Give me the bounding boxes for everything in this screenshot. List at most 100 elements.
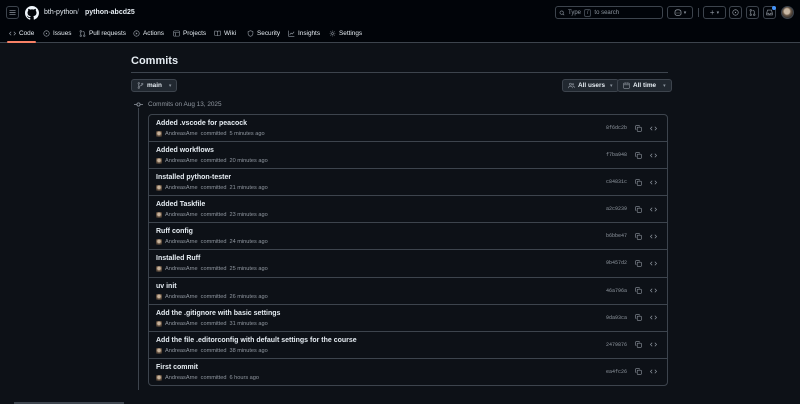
commit-sha-link[interactable]: c84831c (606, 179, 627, 185)
time-filter-button[interactable]: All time ▾ (617, 79, 672, 92)
breadcrumb-owner[interactable]: bth-python (44, 9, 77, 16)
browse-repo-button[interactable] (648, 313, 658, 323)
create-new-button[interactable]: + ▾ (703, 6, 726, 19)
commit-sha-link[interactable]: 9da93ca (606, 315, 627, 321)
tab-label: Projects (183, 30, 207, 37)
tab-settings[interactable]: Settings (329, 29, 362, 38)
commit-message-link[interactable]: Installed python-tester (156, 174, 231, 181)
code-icon (649, 179, 657, 186)
copy-icon (634, 287, 642, 294)
author-avatar[interactable] (156, 320, 162, 327)
copy-sha-button[interactable] (633, 286, 643, 296)
author-name[interactable]: AndreasArne (165, 185, 198, 191)
browse-repo-button[interactable] (648, 123, 658, 133)
copy-icon (634, 368, 642, 375)
user-avatar[interactable] (781, 6, 794, 19)
copy-sha-button[interactable] (633, 367, 643, 377)
copy-sha-button[interactable] (633, 123, 643, 133)
breadcrumb-repo[interactable]: python-abcd25 (85, 9, 135, 16)
top-header: bth-python / python-abcd25 Type / to sea… (0, 0, 800, 26)
author-name[interactable]: AndreasArne (165, 212, 198, 218)
browse-repo-button[interactable] (648, 367, 658, 377)
tab-label: Actions (143, 30, 164, 37)
copy-icon (634, 206, 642, 213)
browse-repo-button[interactable] (648, 150, 658, 160)
copy-sha-button[interactable] (633, 177, 643, 187)
commit-sha-link[interactable]: 46a796a (606, 288, 627, 294)
tab-security[interactable]: Security (247, 29, 280, 38)
copy-sha-button[interactable] (633, 340, 643, 350)
commit-message-link[interactable]: Ruff config (156, 228, 193, 235)
users-filter-button[interactable]: All users ▾ (562, 79, 619, 92)
author-avatar[interactable] (156, 158, 162, 165)
copy-sha-button[interactable] (633, 204, 643, 214)
author-avatar[interactable] (156, 239, 162, 246)
author-name[interactable]: AndreasArne (165, 266, 198, 272)
author-name[interactable]: AndreasArne (165, 348, 198, 354)
browse-repo-button[interactable] (648, 231, 658, 241)
browse-repo-button[interactable] (648, 286, 658, 296)
notification-indicator (772, 6, 776, 10)
copy-sha-button[interactable] (633, 150, 643, 160)
tab-wiki[interactable]: Wiki (214, 29, 236, 38)
commit-message-link[interactable]: uv init (156, 283, 177, 290)
branch-selector-button[interactable]: main ▾ (131, 79, 178, 92)
author-avatar[interactable] (156, 266, 162, 273)
tab-projects[interactable]: Projects (173, 29, 206, 38)
commit-sha-link[interactable]: 8f6dc2b (606, 125, 627, 131)
copilot-button[interactable]: ▾ (667, 6, 693, 19)
commit-row: First commit AndreasArne committed 6 hours … (149, 359, 667, 385)
author-avatar[interactable] (156, 374, 162, 381)
commit-meta: AndreasArne committed 38 minutes ago (156, 347, 268, 354)
commit-message-link[interactable]: Add the file .editorconfig with default … (156, 337, 357, 344)
author-name[interactable]: AndreasArne (165, 294, 198, 300)
commit-meta: AndreasArne committed 20 minutes ago (156, 158, 268, 165)
tab-issues[interactable]: Issues (43, 29, 71, 38)
tab-code[interactable]: Code (6, 29, 37, 43)
search-input[interactable]: Type / to search (555, 6, 663, 19)
tab-actions[interactable]: Actions (133, 29, 164, 38)
tab-pull-requests[interactable]: Pull requests (79, 29, 126, 38)
author-avatar[interactable] (156, 212, 162, 219)
author-avatar[interactable] (156, 347, 162, 354)
plus-icon: + (709, 8, 715, 17)
commit-message-link[interactable]: Installed Ruff (156, 255, 200, 262)
commit-message-link[interactable]: Add the .gitignore with basic settings (156, 310, 280, 317)
commit-message-link[interactable]: First commit (156, 364, 198, 371)
git-commit-icon (134, 101, 143, 108)
browse-repo-button[interactable] (648, 177, 658, 187)
tab-insights[interactable]: Insights (288, 29, 320, 38)
author-name[interactable]: AndreasArne (165, 375, 198, 381)
browse-repo-button[interactable] (648, 258, 658, 268)
commit-sha-link[interactable]: b6bbe47 (606, 233, 627, 239)
notifications-button[interactable] (763, 6, 776, 19)
author-avatar[interactable] (156, 185, 162, 192)
author-avatar[interactable] (156, 293, 162, 300)
commit-message-link[interactable]: Added .vscode for peacock (156, 120, 247, 127)
commit-sha-link[interactable]: ea4fc26 (606, 369, 627, 375)
browse-repo-button[interactable] (648, 340, 658, 350)
author-name[interactable]: AndreasArne (165, 239, 198, 245)
issues-button[interactable] (729, 6, 742, 19)
commit-sha-link[interactable]: 2479876 (606, 342, 627, 348)
browse-repo-button[interactable] (648, 204, 658, 214)
code-icon (9, 31, 16, 36)
github-logo-icon[interactable] (25, 6, 39, 20)
tab-label: Issues (53, 30, 72, 37)
author-name[interactable]: AndreasArne (165, 131, 198, 137)
author-name[interactable]: AndreasArne (165, 321, 198, 327)
menu-button[interactable] (6, 6, 19, 19)
commit-message-link[interactable]: Added workflows (156, 147, 214, 154)
copy-sha-button[interactable] (633, 258, 643, 268)
author-name[interactable]: AndreasArne (165, 158, 198, 164)
commit-sha-link[interactable]: f7ba948 (606, 152, 627, 158)
code-icon (649, 206, 657, 213)
commit-sha-link[interactable]: a2c9239 (606, 206, 627, 212)
copy-sha-button[interactable] (633, 313, 643, 323)
commit-sha-link[interactable]: 9b457d2 (606, 260, 627, 266)
pull-requests-button[interactable] (746, 6, 759, 19)
author-avatar[interactable] (156, 131, 162, 137)
chevron-down-icon: ▾ (168, 82, 172, 89)
copy-sha-button[interactable] (633, 231, 643, 241)
commit-message-link[interactable]: Added Taskfile (156, 201, 205, 208)
